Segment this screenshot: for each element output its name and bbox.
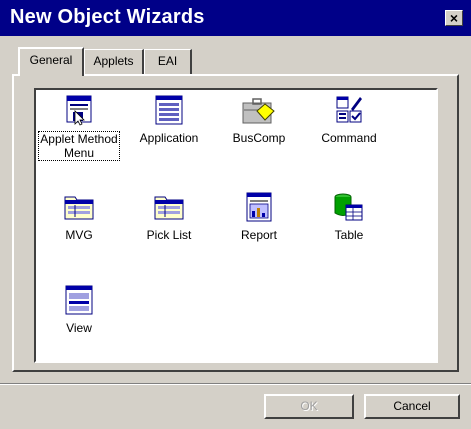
tab-applets[interactable]: Applets — [84, 49, 144, 74]
wizard-item-label: Command — [321, 131, 377, 145]
tab-general[interactable]: General — [18, 47, 84, 76]
wizard-icon-list: Applet Method Menu Application BusComp C… — [34, 88, 438, 363]
tab-applets-label: Applets — [93, 54, 134, 68]
tab-eai[interactable]: EAI — [144, 49, 192, 74]
mvg-icon — [64, 196, 94, 220]
tab-eai-label: EAI — [157, 54, 178, 68]
wizard-item-label: View — [66, 321, 92, 335]
ok-button-label: OK — [300, 399, 318, 413]
wizard-item-label: BusComp — [232, 131, 286, 145]
wizard-item-buscomp[interactable]: BusComp — [213, 94, 305, 145]
cancel-button-label: Cancel — [393, 399, 431, 413]
wizard-item-label: Application — [139, 131, 199, 145]
buscomp-icon — [242, 98, 275, 124]
tab-general-label: General — [29, 53, 73, 67]
wizard-item-label: Pick List — [146, 228, 192, 242]
pick-list-icon — [154, 196, 184, 220]
wizard-item-command[interactable]: Command — [303, 94, 395, 145]
wizard-item-label: Report — [240, 228, 278, 242]
command-icon — [336, 96, 362, 123]
close-button[interactable]: × — [445, 10, 463, 26]
wizard-item-table[interactable]: Table — [303, 191, 395, 242]
report-icon — [246, 192, 272, 222]
title-bar[interactable]: New Object Wizards × — [0, 0, 471, 36]
cancel-button[interactable]: Cancel — [364, 394, 460, 419]
application-icon — [155, 95, 183, 125]
window-title: New Object Wizards — [10, 6, 205, 28]
wizard-item-report[interactable]: Report — [213, 191, 305, 242]
new-object-wizards-dialog: New Object Wizards × General Applets EAI… — [0, 0, 471, 429]
table-icon — [334, 193, 363, 221]
wizard-item-label: Table — [334, 228, 364, 242]
view-icon — [65, 285, 93, 315]
ok-button[interactable]: OK — [264, 394, 354, 419]
applet-method-menu-icon — [66, 95, 92, 126]
wizard-item-mvg[interactable]: MVG — [33, 191, 125, 242]
wizard-item-pick-list[interactable]: Pick List — [123, 191, 215, 242]
close-icon: × — [449, 10, 459, 26]
footer-divider — [0, 383, 471, 385]
wizard-item-label: MVG — [65, 228, 93, 242]
wizard-item-applet-method-menu[interactable]: Applet Method Menu — [33, 94, 125, 161]
wizard-item-label: Applet Method Menu — [38, 131, 120, 161]
wizard-item-view[interactable]: View — [33, 284, 125, 335]
wizard-item-application[interactable]: Application — [123, 94, 215, 145]
